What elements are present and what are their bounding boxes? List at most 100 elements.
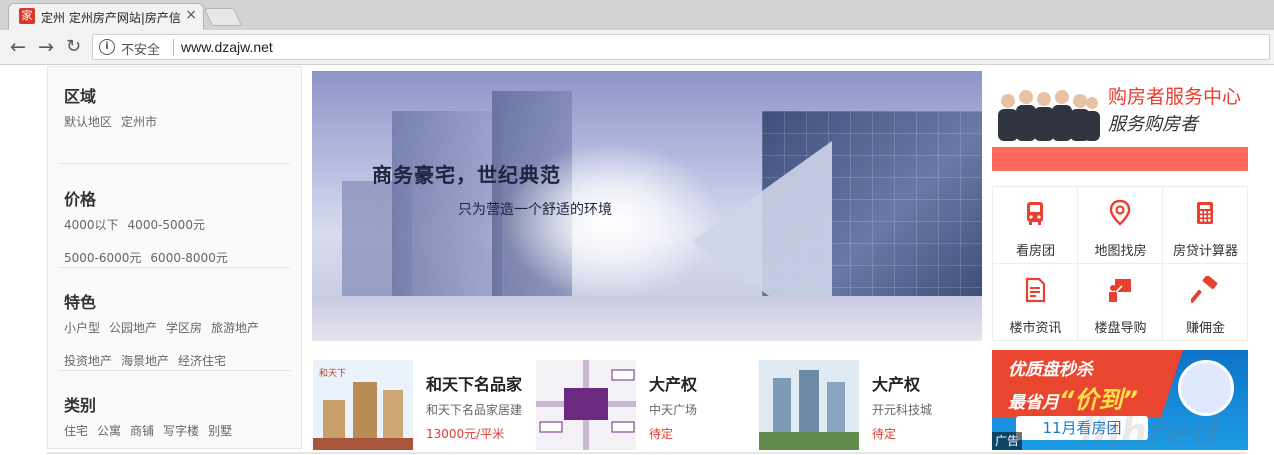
location-map-icon — [536, 360, 636, 450]
listing-price: 待定 — [872, 427, 897, 441]
filter-option[interactable]: 4000以下 — [64, 218, 119, 232]
staff-group-icon — [998, 90, 1100, 141]
filter-title: 价格 — [64, 190, 97, 209]
banner-subline: 只为营造一个舒适的环境 — [458, 202, 612, 218]
filter-category: 类别 住宅 公寓 商铺 写字楼 别墅 — [64, 392, 294, 455]
filter-sidebar: 区域 默认地区 定州市 价格 4000以下 4000-5000元 5000-6000… — [47, 66, 302, 449]
filter-row: 4000以下 4000-5000元 — [64, 216, 294, 233]
forward-arrow-icon[interactable]: → — [38, 35, 54, 59]
security-label: 不安全 — [121, 43, 161, 58]
site-favicon: 家 — [19, 8, 35, 24]
filter-region: 区域 默认地区 定州市 — [64, 83, 294, 146]
listing-photo[interactable] — [759, 360, 859, 450]
ad-line-2-prefix: 最省月 — [1008, 393, 1059, 413]
divider — [58, 163, 290, 164]
filter-option[interactable]: 6000-8000元 — [150, 251, 227, 265]
address-bar[interactable]: i 不安全 www.dzajw.net — [92, 34, 1270, 60]
presentation-icon — [1109, 279, 1131, 302]
listing-subtitle: 开元科技城 — [872, 403, 933, 417]
service-subtitle: 服务购房者 — [1108, 114, 1198, 135]
building-photo-icon — [759, 360, 859, 450]
ad-line-1: 优质盘秒杀 — [1008, 360, 1093, 380]
filter-option[interactable]: 写字楼 — [163, 424, 199, 438]
quick-link-label: 房贷计算器 — [1172, 244, 1238, 259]
filter-option[interactable]: 经济住宅 — [178, 354, 226, 368]
filter-option[interactable]: 公寓 — [97, 424, 121, 438]
listing-photo[interactable]: 和天下 — [313, 360, 413, 450]
info-icon[interactable]: i — [99, 39, 115, 55]
filter-option[interactable]: 5000-6000元 — [64, 251, 141, 265]
quick-link-label: 赚佣金 — [1185, 321, 1225, 336]
listing-card[interactable]: 和天下 和天下名品家 和天下名品家居建 13000元/平米 — [313, 342, 535, 450]
mascot-icon — [1178, 360, 1234, 416]
filter-option[interactable]: 小户型 — [64, 321, 100, 335]
service-center-banner[interactable]: 购房者服务中心 服务购房者 — [992, 73, 1248, 143]
close-icon[interactable]: × — [185, 7, 197, 23]
tab-title: 定州 定州房产网站|房产信 — [41, 11, 181, 25]
filter-option[interactable]: 商铺 — [130, 424, 154, 438]
building-photo-icon: 和天下 — [313, 360, 413, 450]
listing-name[interactable]: 大产权 — [872, 371, 920, 395]
listing-price: 待定 — [649, 427, 674, 441]
filter-option[interactable]: 4000-5000元 — [128, 218, 205, 232]
url-text[interactable]: www.dzajw.net — [181, 39, 273, 55]
hero-banner[interactable]: 商务豪宅，世纪典范 只为营造一个舒适的环境 — [312, 71, 982, 341]
quick-link-guide[interactable]: 楼盘导购 — [1078, 264, 1163, 341]
new-tab-button[interactable] — [203, 8, 243, 26]
filter-option[interactable]: 定州市 — [121, 115, 157, 129]
filter-option[interactable]: 学区房 — [166, 321, 202, 335]
filter-row: 默认地区 定州市 — [64, 113, 294, 130]
ad-badge: 广告 — [992, 432, 1022, 450]
filter-row: 5000-6000元 6000-8000元 — [64, 249, 294, 266]
listing-photo[interactable] — [536, 360, 636, 450]
filter-option[interactable]: 旅游地产 — [211, 321, 259, 335]
quick-link-commission[interactable]: 赚佣金 — [1163, 264, 1248, 341]
quick-link-label: 楼盘导购 — [1094, 321, 1147, 336]
filter-option[interactable]: 投资地产 — [64, 354, 112, 368]
divider — [173, 39, 174, 56]
map-pin-icon — [1109, 199, 1131, 226]
listing-name[interactable]: 大产权 — [649, 371, 697, 395]
filter-row: 小户型 公园地产 学区房 旅游地产 — [64, 319, 294, 336]
bus-icon — [1027, 202, 1043, 225]
quick-link-label: 看房团 — [1015, 244, 1055, 259]
svg-text:和天下: 和天下 — [319, 368, 346, 379]
hammer-icon — [1191, 276, 1218, 303]
listing-card[interactable]: 大产权 中天广场 待定 — [536, 342, 758, 450]
banner-headline: 商务豪宅，世纪典范 — [372, 163, 561, 187]
filter-title: 特色 — [64, 293, 97, 312]
quick-link-map[interactable]: 地图找房 — [1078, 187, 1163, 264]
divider — [58, 267, 290, 268]
filter-title: 区域 — [64, 87, 97, 106]
filter-option[interactable]: 海景地产 — [121, 354, 169, 368]
service-title: 购房者服务中心 — [1108, 86, 1242, 108]
quick-link-calculator[interactable]: 房贷计算器 — [1163, 187, 1248, 264]
quick-link-tour[interactable]: 看房团 — [993, 187, 1078, 264]
quick-links-grid: 看房团 地图找房 房贷计算器 楼市资讯 楼盘导购 赚佣金 — [992, 186, 1248, 341]
service-red-bar[interactable] — [992, 147, 1248, 171]
back-arrow-icon[interactable]: ← — [10, 35, 26, 59]
filter-title: 类别 — [64, 396, 97, 415]
document-icon — [1025, 277, 1046, 303]
listing-subtitle: 和天下名品家居建 — [426, 403, 523, 417]
filter-option[interactable]: 住宅 — [64, 424, 88, 438]
browser-tab[interactable]: 家 定州 定州房产网站|房产信 × — [8, 3, 204, 30]
page-content: 区域 默认地区 定州市 价格 4000以下 4000-5000元 5000-6000… — [0, 66, 1274, 454]
listing-price: 13000元/平米 — [426, 427, 505, 441]
listing-card[interactable]: 大产权 开元科技城 待定 — [759, 342, 981, 450]
banner-plaza — [312, 296, 982, 341]
filter-row: 投资地产 海景地产 经济住宅 — [64, 352, 294, 369]
listing-name[interactable]: 和天下名品家 — [426, 371, 522, 395]
quick-link-news[interactable]: 楼市资讯 — [993, 264, 1078, 341]
quick-link-label: 地图找房 — [1094, 244, 1147, 259]
filter-option[interactable]: 别墅 — [208, 424, 232, 438]
divider — [58, 370, 290, 371]
filter-row: 住宅 公寓 商铺 写字楼 别墅 — [64, 422, 294, 439]
filter-option[interactable]: 默认地区 — [64, 115, 112, 129]
watermark-logo: lhhred — [1080, 410, 1219, 454]
filter-option[interactable]: 公园地产 — [109, 321, 157, 335]
reload-icon[interactable]: ↻ — [66, 35, 81, 59]
calculator-icon — [1197, 202, 1213, 224]
listing-subtitle: 中天广场 — [649, 403, 698, 417]
quick-link-label: 楼市资讯 — [1009, 321, 1062, 336]
